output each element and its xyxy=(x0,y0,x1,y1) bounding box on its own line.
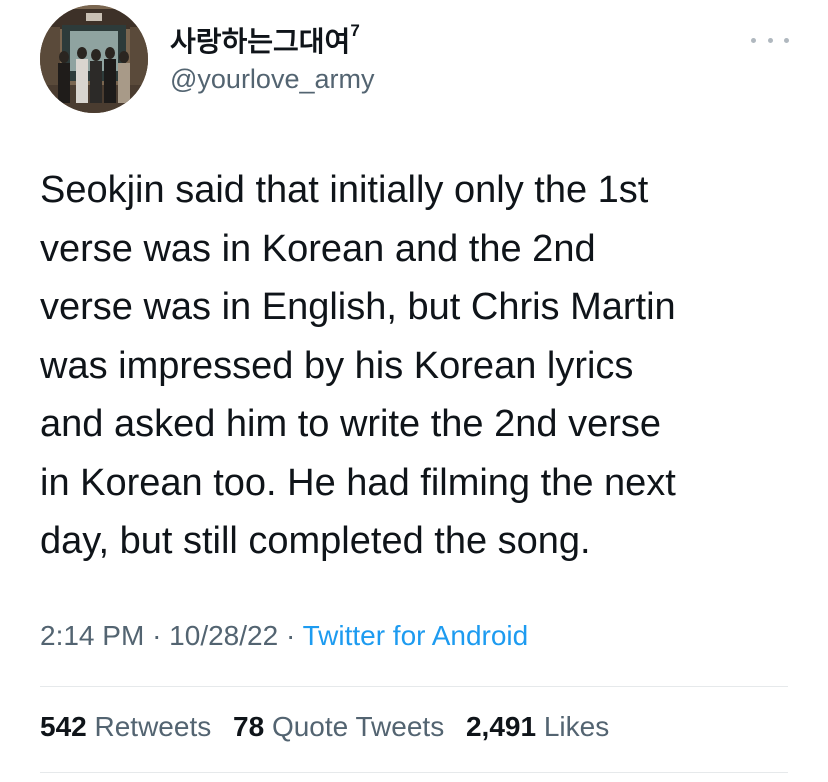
likes-stat[interactable]: 2,491 Likes xyxy=(466,711,609,742)
meta-separator: · xyxy=(152,620,162,651)
tweet-time[interactable]: 2:14 PM xyxy=(40,620,144,651)
profile-photo-icon xyxy=(40,5,148,113)
avatar[interactable] xyxy=(40,5,148,113)
more-horizontal-icon xyxy=(767,37,773,43)
user-handle[interactable]: @yourlove_army xyxy=(170,64,374,95)
display-name-text: 사랑하는그대여 xyxy=(170,26,351,57)
meta-separator: · xyxy=(285,620,296,651)
more-horizontal-icon xyxy=(784,37,789,43)
more-horizontal-icon xyxy=(751,37,756,43)
tweet-text-line: and asked him to write the 2nd verse xyxy=(40,403,662,445)
more-options-button[interactable] xyxy=(751,30,789,50)
tweet-date[interactable]: 10/28/22 xyxy=(169,620,278,651)
tweet-text-line: Seokjin said that initially only the 1st xyxy=(40,169,649,211)
divider xyxy=(40,772,788,773)
tweet-text: Seokjin said that initially only the 1st… xyxy=(40,161,800,571)
tweet-text-line: in Korean too. He had filming the next xyxy=(40,461,676,504)
retweets-label: Retweets xyxy=(94,711,212,742)
display-name-superscript: 7 xyxy=(350,21,360,40)
likes-count: 2,491 xyxy=(465,711,537,742)
tweet-card: 사랑하는그대여7 @yourlove_army Seokjin said tha… xyxy=(0,0,828,782)
quote-tweets-stat[interactable]: 78 Quote Tweets xyxy=(233,711,444,742)
tweet-text-line: day, but still completed the song. xyxy=(40,520,591,562)
quote-tweets-label: Quote Tweets xyxy=(271,711,445,742)
retweets-stat[interactable]: 542 Retweets xyxy=(40,711,211,742)
divider xyxy=(40,686,788,687)
quote-tweets-count: 78 xyxy=(233,711,265,742)
tweet-text-line: verse was in Korean and the 2nd xyxy=(40,227,596,270)
retweets-count: 542 xyxy=(40,711,87,742)
tweet-text-line: was impressed by his Korean lyrics xyxy=(40,344,634,387)
display-name[interactable]: 사랑하는그대여7 xyxy=(170,20,360,60)
tweet-stats: 542 Retweets 78 Quote Tweets 2,491 Likes xyxy=(40,711,623,743)
tweet-text-line: verse was in English, but Chris Martin xyxy=(40,286,676,328)
likes-label: Likes xyxy=(543,711,610,742)
tweet-source-link[interactable]: Twitter for Android xyxy=(303,620,529,651)
tweet-meta: 2:14 PM · 10/28/22 · Twitter for Android xyxy=(40,620,528,652)
